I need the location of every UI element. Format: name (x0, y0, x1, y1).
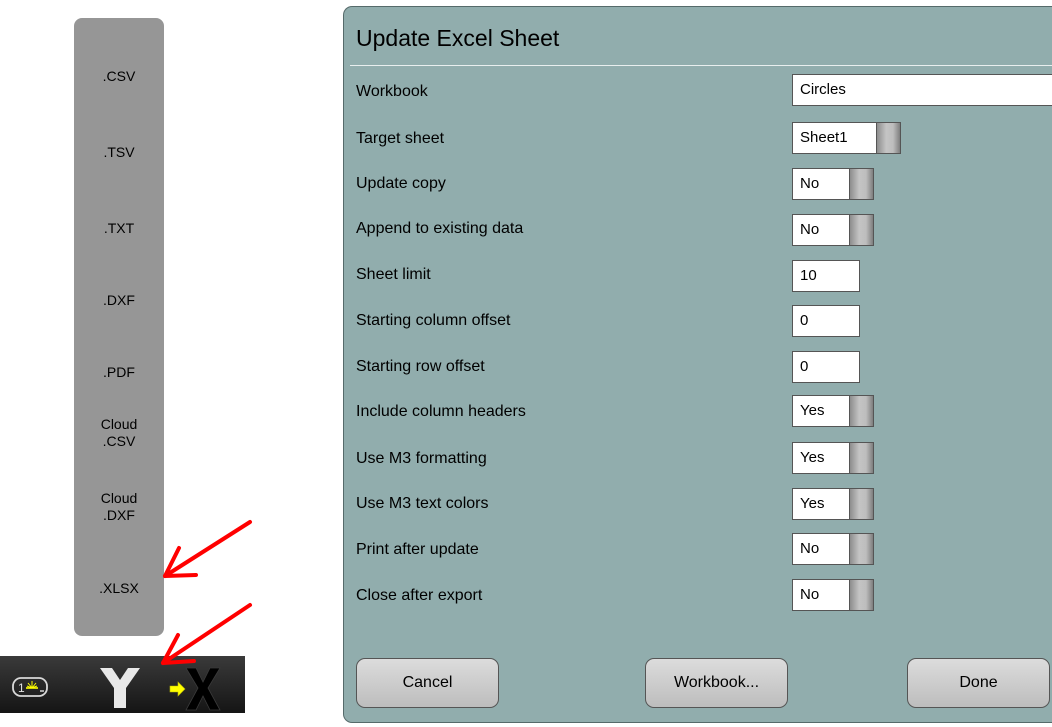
sheet-limit-input[interactable]: 10 (792, 260, 860, 292)
use-m3-formatting-label: Use M3 formatting (356, 450, 487, 467)
update-copy-value: No (800, 175, 820, 192)
target-sheet-value: Sheet1 (800, 129, 848, 146)
starting-row-offset-label: Starting row offset (356, 358, 485, 375)
include-column-headers-label: Include column headers (356, 403, 526, 420)
target-sheet-dropdown[interactable]: Sheet1 (792, 122, 901, 154)
append-existing-toggle[interactable]: No (792, 214, 874, 246)
bottom-toolbar: 1 (0, 656, 245, 713)
toggle-knob (849, 443, 873, 473)
export-xlsx-item[interactable]: .XLSX (74, 580, 164, 597)
use-m3-formatting-value: Yes (800, 449, 825, 466)
print-after-update-label: Print after update (356, 541, 479, 558)
sheet-limit-label: Sheet limit (356, 266, 431, 283)
export-dxf-item[interactable]: .DXF (74, 292, 164, 309)
workbook-label: Workbook (356, 83, 428, 100)
toggle-knob (849, 534, 873, 564)
layer-badge-text: 1 (18, 681, 25, 695)
close-after-export-value: No (800, 586, 820, 603)
include-column-headers-value: Yes (800, 402, 825, 419)
print-after-update-toggle[interactable]: No (792, 533, 874, 565)
toggle-knob (849, 215, 873, 245)
starting-row-offset-input[interactable]: 0 (792, 351, 860, 383)
arrow-to-xlsx (163, 520, 252, 578)
export-pdf-item[interactable]: .PDF (74, 364, 164, 381)
export-cloud-csv-item[interactable]: Cloud .CSV (74, 416, 164, 450)
toggle-knob (849, 396, 873, 426)
update-copy-toggle[interactable]: No (792, 168, 874, 200)
toggle-knob (849, 169, 873, 199)
close-after-export-toggle[interactable]: No (792, 579, 874, 611)
use-m3-formatting-toggle[interactable]: Yes (792, 442, 874, 474)
use-m3-text-colors-toggle[interactable]: Yes (792, 488, 874, 520)
use-m3-text-colors-label: Use M3 text colors (356, 495, 489, 512)
arrow-to-toolbar (161, 603, 252, 665)
merge-icon[interactable] (96, 662, 144, 715)
cancel-button[interactable]: Cancel (356, 658, 499, 708)
export-tsv-item[interactable]: .TSV (74, 144, 164, 161)
layer-icon[interactable]: 1 (12, 677, 48, 702)
close-after-export-label: Close after export (356, 587, 483, 604)
target-sheet-label: Target sheet (356, 130, 445, 147)
include-column-headers-toggle[interactable]: Yes (792, 395, 874, 427)
update-excel-sheet-dialog: Update Excel Sheet Workbook Circles Targ… (343, 6, 1052, 723)
title-divider (350, 65, 1052, 66)
append-existing-label: Append to existing data (356, 220, 524, 237)
target-sheet-dropdown-button[interactable] (876, 123, 900, 153)
dialog-title: Update Excel Sheet (356, 25, 560, 51)
use-m3-text-colors-value: Yes (800, 495, 825, 512)
export-csv-item[interactable]: .CSV (74, 68, 164, 85)
export-cloud-dxf-item[interactable]: Cloud .DXF (74, 490, 164, 524)
toggle-knob (849, 580, 873, 610)
print-after-update-value: No (800, 540, 820, 557)
export-txt-item[interactable]: .TXT (74, 220, 164, 237)
close-icon[interactable] (168, 664, 224, 717)
export-format-menu: .CSV .TSV .TXT .DXF .PDF Cloud .CSV Clou… (74, 18, 164, 636)
done-button[interactable]: Done (907, 658, 1050, 708)
workbook-field[interactable]: Circles (792, 74, 1052, 106)
toggle-knob (849, 489, 873, 519)
append-existing-value: No (800, 221, 820, 238)
starting-column-offset-input[interactable]: 0 (792, 305, 860, 337)
update-copy-label: Update copy (356, 175, 446, 192)
workbook-button[interactable]: Workbook... (645, 658, 788, 708)
starting-column-offset-label: Starting column offset (356, 312, 511, 329)
